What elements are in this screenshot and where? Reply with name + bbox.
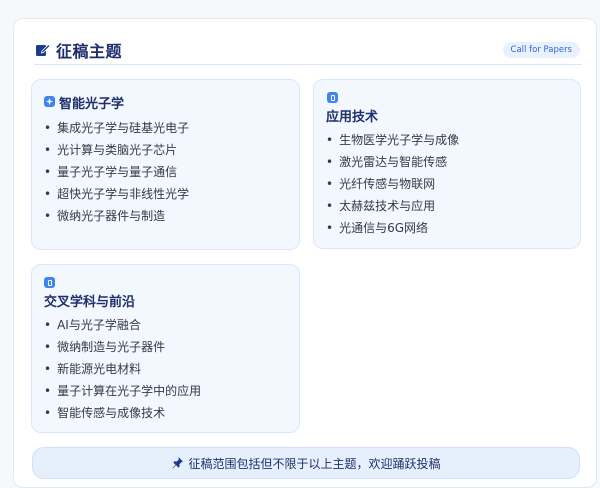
list-item: 超快光子学与非线性光学 <box>44 183 189 205</box>
list-item: 微纳制造与光子器件 <box>44 336 201 358</box>
section-applied-technology: 应用技术 生物医学光子学与成像 激光雷达与智能传感 光纤传感与物联网 太赫兹技术… <box>313 79 581 249</box>
page-title: 征稿主题 <box>56 42 123 61</box>
section-title: 智能光子学 <box>59 97 125 112</box>
list-item: 智能传感与成像技术 <box>44 402 201 424</box>
list-item: 激光雷达与智能传感 <box>326 151 459 173</box>
topic-list: 集成光子学与硅基光电子 光计算与类脑光子芯片 量子光子学与量子通信 超快光子学与… <box>44 117 189 227</box>
edit-icon <box>34 41 52 59</box>
footer-text: 征稿范围包括但不限于以上主题，欢迎踊跃投稿 <box>188 456 441 471</box>
footer-note: 征稿范围包括但不限于以上主题，欢迎踊跃投稿 <box>32 447 580 479</box>
section-title: 应用技术 <box>326 110 379 125</box>
list-item: 集成光子学与硅基光电子 <box>44 117 189 139</box>
device-icon <box>44 277 55 288</box>
card-header: 征稿主题 Call for Papers <box>34 36 580 64</box>
section-interdisciplinary-frontier: 交叉学科与前沿 AI与光子学融合 微纳制造与光子器件 新能源光电材料 量子计算在… <box>31 264 300 433</box>
list-item: 光通信与6G网络 <box>326 217 459 239</box>
list-item: 太赫兹技术与应用 <box>326 195 459 217</box>
call-for-papers-card: 征稿主题 Call for Papers 智能光子学 集成光子学与硅基光电子 光… <box>13 18 597 488</box>
pin-icon <box>171 454 184 473</box>
list-item: 微纳光子器件与制造 <box>44 205 189 227</box>
sparkle-icon <box>44 96 55 107</box>
topic-list: AI与光子学融合 微纳制造与光子器件 新能源光电材料 量子计算在光子学中的应用 … <box>44 314 201 424</box>
section-title: 交叉学科与前沿 <box>44 295 136 310</box>
list-item: 量子光子学与量子通信 <box>44 161 189 183</box>
call-for-papers-badge: Call for Papers <box>502 42 580 58</box>
list-item: 新能源光电材料 <box>44 358 201 380</box>
list-item: 光计算与类脑光子芯片 <box>44 139 189 161</box>
section-intelligent-photonics: 智能光子学 集成光子学与硅基光电子 光计算与类脑光子芯片 量子光子学与量子通信 … <box>31 79 300 250</box>
list-item: AI与光子学融合 <box>44 314 201 336</box>
header-divider <box>34 64 582 65</box>
list-item: 光纤传感与物联网 <box>326 173 459 195</box>
list-item: 生物医学光子学与成像 <box>326 129 459 151</box>
device-icon <box>327 92 338 103</box>
list-item: 量子计算在光子学中的应用 <box>44 380 201 402</box>
topic-list: 生物医学光子学与成像 激光雷达与智能传感 光纤传感与物联网 太赫兹技术与应用 光… <box>326 129 459 239</box>
